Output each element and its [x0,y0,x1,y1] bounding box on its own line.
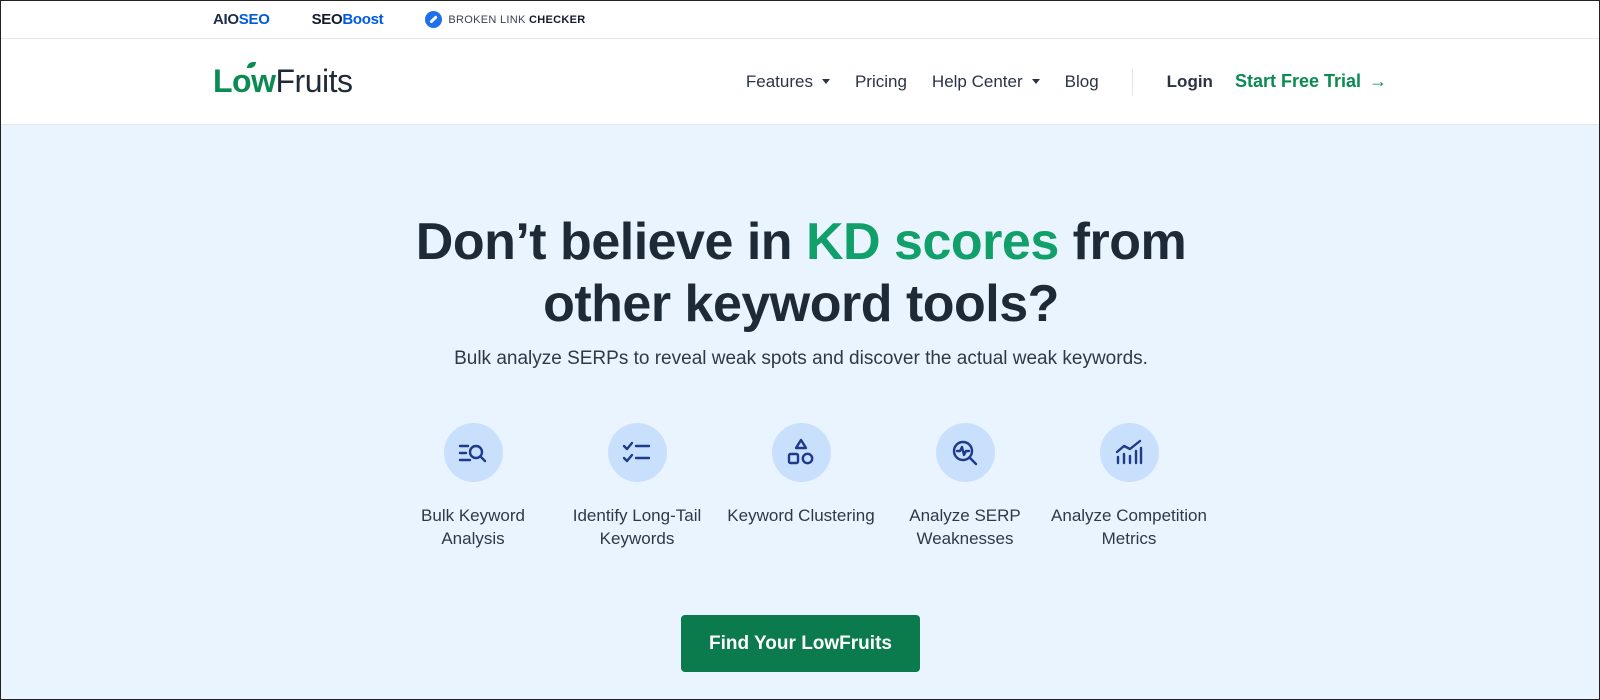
blc-brand-part1: BROKEN LINK [448,13,526,26]
hero-subtitle: Bulk analyze SERPs to reveal weak spots … [454,348,1148,369]
feature-item: Analyze Competition Metrics [1047,423,1211,550]
seoboost-brand-link[interactable]: SEO Boost [312,11,384,28]
feature-label: Identify Long-Tail Keywords [572,506,702,548]
seoboost-brand-part2: Boost [342,11,384,28]
headline-line2: other keyword tools? [543,275,1059,333]
nav-item-label: Help Center [931,71,1023,91]
aioseo-brand-part2: SEO [238,11,270,28]
nav-item-pricing[interactable]: Pricing [855,72,907,92]
aioseo-brand-part1: AIO [213,11,239,28]
nav-divider [1131,68,1133,95]
lowfruits-logo[interactable]: Low Fruits [213,62,353,100]
brand-bar: AIO SEO SEO Boost BROKEN LINK CHECKER [1,1,1599,39]
logo-part1: Low [213,63,276,99]
broken-link-checker-brand-link[interactable]: BROKEN LINK CHECKER [425,11,585,28]
nav-item-label: Features [745,71,813,91]
feature-list: Bulk Keyword Analysis Identify Long-Tail… [391,423,1211,550]
feature-label: Bulk Keyword Analysis [421,506,525,548]
nav-item-blog[interactable]: Blog [1065,72,1099,92]
seoboost-brand-part1: SEO [311,11,343,28]
nav-item-features[interactable]: Features [746,72,830,92]
nav-links: Features Pricing Help Center Blog [746,72,1099,92]
chevron-down-icon [821,79,830,84]
feature-item: Analyze SERP Weaknesses [883,423,1047,550]
headline-accent: KD scores [806,213,1059,271]
serp-analyze-icon [935,423,995,482]
page-frame: AIO SEO SEO Boost BROKEN LINK CHECKER Low F… [0,0,1600,700]
checklist-icon [607,423,667,482]
search-list-icon [443,423,503,482]
start-free-trial-link[interactable]: Start Free Trial → [1235,71,1387,92]
feature-item: Bulk Keyword Analysis [391,423,555,550]
trial-label: Start Free Trial [1234,71,1361,91]
feature-label: Analyze Competition Metrics [1051,506,1207,548]
nav-item-label: Blog [1064,71,1099,91]
find-your-lowfruits-button[interactable]: Find Your LowFruits [681,615,920,672]
login-link[interactable]: Login [1167,72,1213,92]
blc-brand-part2: CHECKER [528,13,586,26]
aioseo-brand-link[interactable]: AIO SEO [213,11,270,28]
hero-section: Don’t believe in KD scores from other ke… [1,125,1599,699]
headline-pre: Don’t believe in [415,213,806,271]
arrow-right-icon: → [1369,71,1387,91]
feature-item: Keyword Clustering [719,423,883,550]
feature-label: Keyword Clustering [727,506,875,525]
main-nav: Low Fruits Features Pricing Help Center B… [1,39,1599,125]
headline-post: from [1058,213,1187,271]
logo-part2: Fruits [275,63,353,99]
nav-item-label: Pricing [854,71,907,91]
chart-growth-icon [1099,423,1159,482]
nav-item-help-center[interactable]: Help Center [932,72,1040,92]
shapes-icon [771,423,831,482]
broken-link-icon [425,11,443,28]
hero-headline: Don’t believe in KD scores from other ke… [1,211,1599,335]
chevron-down-icon [1031,79,1040,84]
feature-label: Analyze SERP Weaknesses [909,506,1021,548]
feature-item: Identify Long-Tail Keywords [555,423,719,550]
